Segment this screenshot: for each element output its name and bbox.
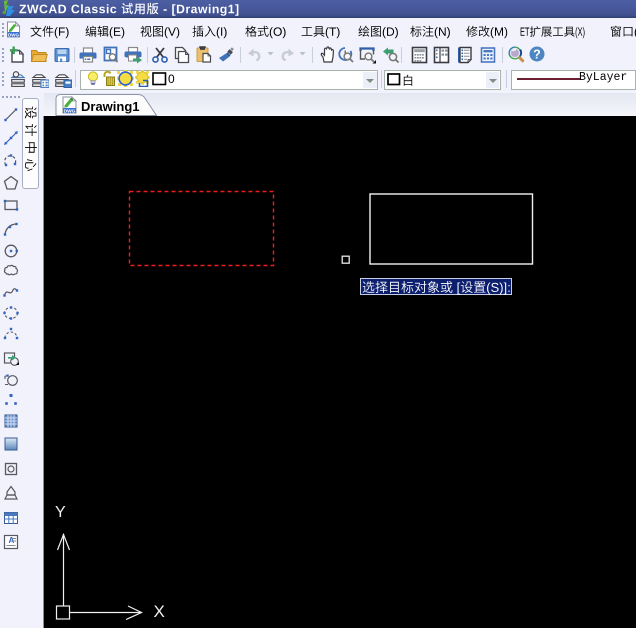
svg-text:?: ? (533, 48, 541, 62)
svg-text:DWG: DWG (64, 108, 76, 114)
svg-text:DWG: DWG (8, 32, 19, 37)
